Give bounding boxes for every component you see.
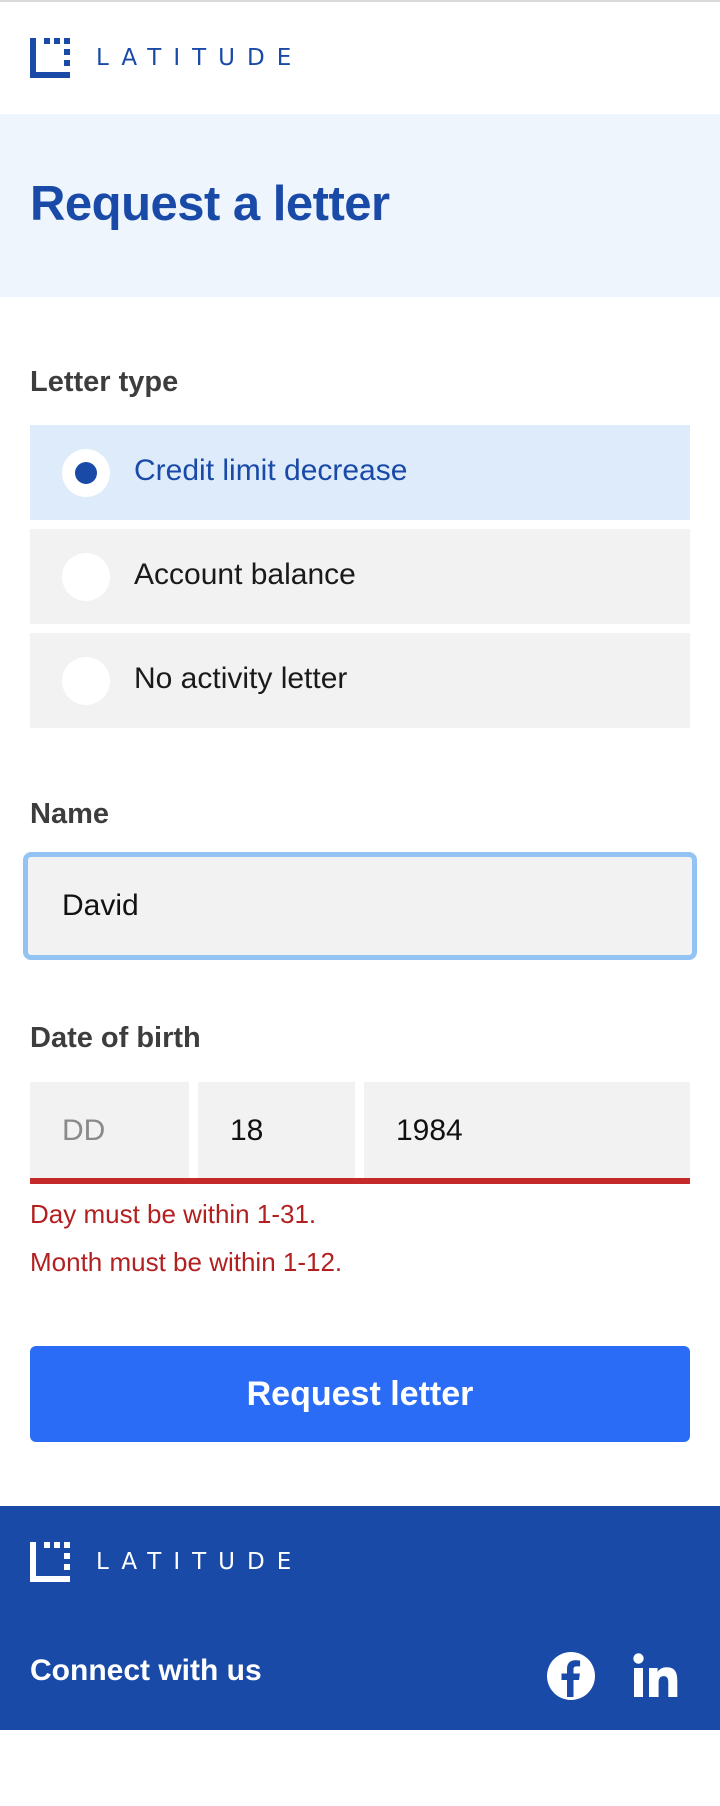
dob-year-input[interactable]	[364, 1082, 690, 1180]
latitude-logo-mark-icon	[30, 1542, 70, 1582]
latitude-logo[interactable]: LATITUDE	[30, 38, 303, 78]
dob-month-error: Month must be within 1-12.	[30, 1247, 343, 1277]
site-header: LATITUDE	[0, 2, 720, 114]
radio-option-label: No activity letter	[134, 662, 348, 695]
radio-button[interactable]	[62, 657, 110, 705]
page-hero: Request a letter	[0, 114, 720, 297]
radio-option-label: Account balance	[134, 558, 356, 591]
radio-option-account-balance[interactable]: Account balance	[30, 529, 690, 624]
site-footer: LATITUDE Connect with us	[0, 1506, 720, 1730]
name-input[interactable]	[23, 852, 697, 960]
footer-logo-wordmark: LATITUDE	[96, 1549, 304, 1575]
radio-button-selected[interactable]	[62, 449, 110, 497]
footer-latitude-logo[interactable]: LATITUDE	[30, 1542, 303, 1582]
dob-error-underline	[30, 1178, 690, 1184]
request-letter-button[interactable]: Request letter	[30, 1346, 690, 1442]
connect-with-us-label: Connect with us	[30, 1654, 262, 1687]
dob-month-input[interactable]	[198, 1082, 355, 1180]
dob-label: Date of birth	[30, 1022, 201, 1054]
name-label: Name	[30, 798, 109, 830]
linkedin-icon[interactable]	[632, 1651, 682, 1701]
latitude-logo-mark-icon	[30, 38, 70, 78]
dob-day-input[interactable]	[30, 1082, 189, 1180]
radio-option-credit-limit-decrease[interactable]: Credit limit decrease	[30, 425, 690, 520]
letter-type-label: Letter type	[30, 366, 179, 398]
radio-option-no-activity-letter[interactable]: No activity letter	[30, 633, 690, 728]
logo-wordmark: LATITUDE	[96, 45, 304, 71]
radio-selected-dot	[75, 462, 97, 484]
facebook-icon[interactable]	[546, 1651, 596, 1701]
radio-option-label: Credit limit decrease	[134, 454, 408, 487]
radio-button[interactable]	[62, 553, 110, 601]
dob-day-error: Day must be within 1-31.	[30, 1199, 317, 1229]
page-title: Request a letter	[30, 177, 390, 231]
